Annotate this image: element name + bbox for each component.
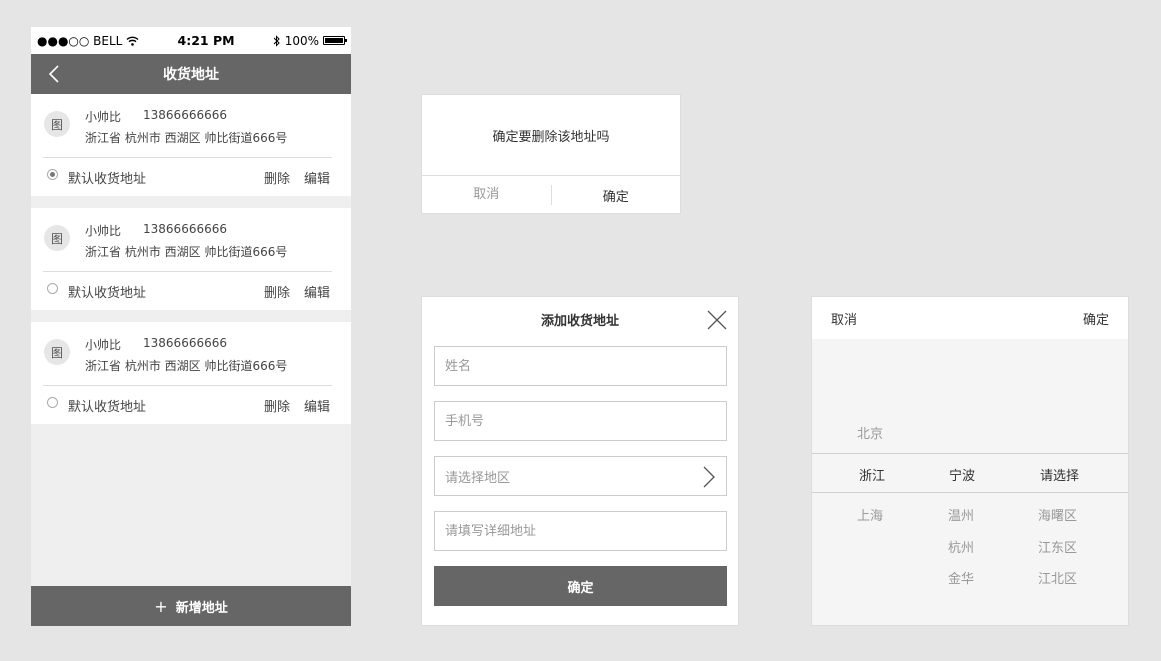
close-icon[interactable]: [707, 310, 727, 330]
recipient-phone: 13866666666: [143, 108, 227, 122]
chevron-right-icon: [703, 466, 715, 488]
edit-button[interactable]: 编辑: [304, 168, 330, 187]
district-option[interactable]: 海曙区: [1038, 505, 1077, 524]
city-option[interactable]: 温州: [948, 505, 974, 524]
name-input[interactable]: [445, 358, 726, 374]
carrier-label: ●●●○○ BELL: [37, 33, 123, 48]
plus-icon: +: [154, 596, 168, 616]
dialog-title: 添加收货地址: [540, 314, 619, 329]
city-option[interactable]: 金华: [948, 568, 974, 587]
back-arrow-icon[interactable]: [45, 64, 65, 84]
address-list-screen: ●●●○○ BELL 4:21 PM 100% 收货地址 图 小帅比 13866…: [31, 27, 351, 626]
selected-district[interactable]: 请选择: [1040, 465, 1079, 484]
city-option[interactable]: 杭州: [948, 537, 974, 556]
cancel-button[interactable]: 取消: [422, 185, 552, 205]
address-card: 图 小帅比 13866666666 浙江省 杭州市 西湖区 帅比街道666号 默…: [31, 208, 351, 310]
add-address-button[interactable]: + 新增地址: [31, 586, 351, 626]
bluetooth-icon: [273, 34, 280, 47]
selected-province[interactable]: 浙江: [859, 465, 885, 484]
province-option[interactable]: 上海: [857, 505, 883, 524]
phone-input[interactable]: [445, 413, 726, 429]
clock: 4:21 PM: [177, 33, 235, 48]
default-label[interactable]: 默认收货地址: [68, 396, 250, 415]
detail-address-input[interactable]: [445, 523, 726, 539]
confirm-button[interactable]: 确定: [552, 186, 681, 205]
region-placeholder: 请选择地区: [445, 470, 511, 486]
status-bar: ●●●○○ BELL 4:21 PM 100%: [31, 27, 351, 54]
edit-button[interactable]: 编辑: [304, 396, 330, 415]
address-text: 浙江省 杭州市 西湖区 帅比街道666号: [85, 245, 288, 259]
default-radio[interactable]: [47, 168, 58, 180]
picker-confirm-button[interactable]: 确定: [1083, 309, 1109, 328]
battery-icon: [323, 36, 347, 45]
recipient-phone: 13866666666: [143, 336, 227, 350]
picker-cancel-button[interactable]: 取消: [831, 309, 857, 328]
delete-button[interactable]: 删除: [264, 396, 290, 415]
region-select[interactable]: 请选择地区: [434, 456, 727, 496]
recipient-name: 小帅比: [85, 110, 122, 124]
recipient-name: 小帅比: [85, 224, 122, 238]
submit-button[interactable]: 确定: [434, 566, 727, 606]
district-option[interactable]: 江东区: [1038, 537, 1077, 556]
avatar: 图: [44, 339, 70, 365]
page-title: 收货地址: [163, 67, 219, 83]
province-option[interactable]: 北京: [857, 423, 883, 442]
address-list: 图 小帅比 13866666666 浙江省 杭州市 西湖区 帅比街道666号 默…: [31, 94, 351, 424]
default-label[interactable]: 默认收货地址: [68, 282, 250, 301]
delete-button[interactable]: 删除: [264, 282, 290, 301]
avatar: 图: [44, 225, 70, 251]
nav-bar: 收货地址: [31, 54, 351, 94]
wifi-icon: [126, 36, 139, 46]
delete-button[interactable]: 删除: [264, 168, 290, 187]
address-text: 浙江省 杭州市 西湖区 帅比街道666号: [85, 359, 288, 373]
address-text: 浙江省 杭州市 西湖区 帅比街道666号: [85, 131, 288, 145]
default-label[interactable]: 默认收货地址: [68, 168, 250, 187]
region-picker: 取消 确定 北京 浙江 宁波 请选择 上海 温州 杭州 金华 海曙区 江东区 江…: [811, 296, 1129, 626]
default-radio[interactable]: [47, 282, 58, 294]
district-option[interactable]: 江北区: [1038, 568, 1077, 587]
selected-city[interactable]: 宁波: [949, 465, 975, 484]
delete-confirm-dialog: 确定要删除该地址吗 取消 确定: [421, 94, 681, 214]
edit-button[interactable]: 编辑: [304, 282, 330, 301]
add-address-dialog: 添加收货地址 请选择地区 确定: [421, 296, 739, 626]
picker-selection-row: 浙江 宁波 请选择: [812, 453, 1128, 493]
default-radio[interactable]: [47, 396, 58, 408]
recipient-name: 小帅比: [85, 338, 122, 352]
recipient-phone: 13866666666: [143, 222, 227, 236]
address-card: 图 小帅比 13866666666 浙江省 杭州市 西湖区 帅比街道666号 默…: [31, 94, 351, 196]
battery-percent: 100%: [284, 33, 319, 48]
confirm-message: 确定要删除该地址吗: [422, 95, 680, 176]
add-address-label: 新增地址: [175, 600, 228, 616]
address-card: 图 小帅比 13866666666 浙江省 杭州市 西湖区 帅比街道666号 默…: [31, 322, 351, 424]
avatar: 图: [44, 111, 70, 137]
